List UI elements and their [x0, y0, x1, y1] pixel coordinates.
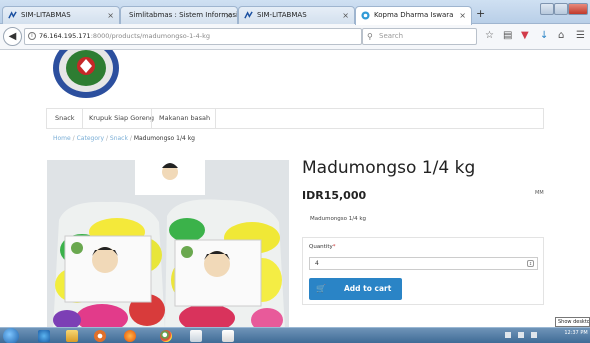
breadcrumb-separator: / [129, 135, 132, 142]
menu-icon[interactable]: ☰ [576, 30, 585, 41]
breadcrumb-separator: / [72, 135, 75, 142]
breadcrumb-home[interactable]: Home [53, 135, 71, 142]
product-description: Madumongso 1/4 kg [310, 216, 367, 222]
quantity-label-text: Quantity [309, 244, 333, 250]
ie-icon[interactable] [38, 330, 50, 342]
cart-icon: 🛒 [316, 284, 326, 293]
clock[interactable]: 12:37 PM [563, 330, 589, 336]
show-desktop-tooltip: Show desktop [555, 317, 590, 327]
tab-label: Kopma Dharma Iswara [374, 11, 454, 19]
url-path: :8000/products/madumongso-1-4-kg [90, 32, 210, 40]
add-to-cart-button[interactable]: 🛒 Add to cart [309, 278, 402, 300]
url-host: 76.164.195.171 [39, 32, 91, 40]
tab-close-icon[interactable]: × [107, 7, 114, 24]
mm-label: MM [535, 190, 544, 196]
required-marker: * [332, 244, 336, 250]
navigation-bar: ◀ i 76.164.195.171:8000/products/madumon… [0, 24, 590, 50]
tray-network-icon[interactable] [518, 332, 524, 338]
search-input[interactable]: ⚲ Search [362, 28, 477, 45]
tab-close-icon[interactable]: × [225, 7, 232, 24]
new-tab-button[interactable]: + [476, 7, 485, 20]
pocket-icon[interactable]: ▼ [521, 30, 529, 41]
close-window-button[interactable] [568, 3, 588, 15]
calculator-icon[interactable] [222, 330, 234, 342]
info-icon[interactable]: i [28, 32, 36, 40]
add-to-cart-form: Quantity* 4 ↕ 🛒 Add to cart [302, 237, 544, 305]
quantity-value: 4 [315, 260, 319, 267]
search-icon: ⚲ [367, 32, 373, 41]
tab-close-icon[interactable]: × [459, 7, 466, 24]
taskbar: 12:37 PM [0, 327, 590, 343]
sim-favicon-icon [244, 11, 253, 19]
tab-strip: SIM-LITABMAS × Simlitabmas : Sistem Info… [0, 0, 590, 25]
tray-volume-icon[interactable] [531, 332, 537, 338]
download-icon[interactable]: ↓ [540, 30, 548, 41]
sim-favicon-icon [8, 11, 17, 19]
maximize-button[interactable] [554, 3, 568, 15]
tab-label: SIM-LITABMAS [257, 11, 307, 19]
tab-simlitabmas[interactable]: Simlitabmas : Sistem Informasi... × [120, 6, 238, 24]
product-image[interactable] [47, 160, 289, 330]
home-icon[interactable]: ⌂ [558, 30, 564, 41]
tab-kopma-dharma-iswara[interactable]: Kopma Dharma Iswara × [355, 6, 472, 25]
quantity-label: Quantity* [309, 244, 336, 250]
tab-label: Simlitabmas : Sistem Informasi... [129, 11, 238, 19]
category-makanan-basah[interactable]: Makanan basah [159, 109, 210, 128]
document-icon[interactable] [190, 330, 202, 342]
product-price: IDR15,000 [302, 189, 367, 202]
divider [215, 109, 216, 128]
quantity-input[interactable]: 4 ↕ [309, 257, 538, 270]
tab-label: SIM-LITABMAS [21, 11, 71, 19]
divider [82, 109, 83, 128]
breadcrumb-current: Madumongso 1/4 kg [133, 135, 195, 142]
breadcrumb-category[interactable]: Category [77, 135, 104, 142]
category-krupuk-siap-goreng[interactable]: Krupuk Siap Goreng [89, 109, 154, 128]
category-nav: Snack Krupuk Siap Goreng Makanan basah [46, 108, 544, 129]
tray-flag-icon[interactable] [505, 332, 511, 338]
product-title: Madumongso 1/4 kg [302, 158, 476, 178]
firefox-icon[interactable] [124, 330, 136, 342]
breadcrumb-separator: / [105, 135, 108, 142]
breadcrumb: Home / Category / Snack / Madumongso 1/4… [53, 135, 195, 142]
minimize-button[interactable] [540, 3, 554, 15]
tab-sim-litabmas-2[interactable]: SIM-LITABMAS × [238, 6, 355, 24]
url-bar[interactable]: i 76.164.195.171:8000/products/madumongs… [24, 28, 362, 45]
back-icon[interactable]: ◀ [3, 27, 22, 46]
add-to-cart-label: Add to cart [344, 284, 392, 293]
tab-close-icon[interactable]: × [342, 7, 349, 24]
search-placeholder: Search [379, 32, 404, 40]
quantity-stepper-icon[interactable]: ↕ [527, 260, 534, 267]
tab-sim-litabmas-1[interactable]: SIM-LITABMAS × [2, 6, 120, 24]
chrome-icon[interactable] [160, 330, 172, 342]
folder-icon[interactable] [66, 330, 78, 342]
category-snack[interactable]: Snack [55, 109, 75, 128]
candy-package-photo [47, 160, 289, 330]
star-icon[interactable]: ☆ [485, 30, 494, 41]
media-player-icon[interactable] [94, 330, 106, 342]
divider [151, 109, 152, 128]
start-button[interactable] [3, 328, 19, 343]
reader-icon[interactable]: ▤ [503, 30, 512, 41]
breadcrumb-snack[interactable]: Snack [110, 135, 128, 142]
kopma-favicon-icon [361, 11, 370, 20]
site-logo[interactable] [52, 50, 120, 98]
